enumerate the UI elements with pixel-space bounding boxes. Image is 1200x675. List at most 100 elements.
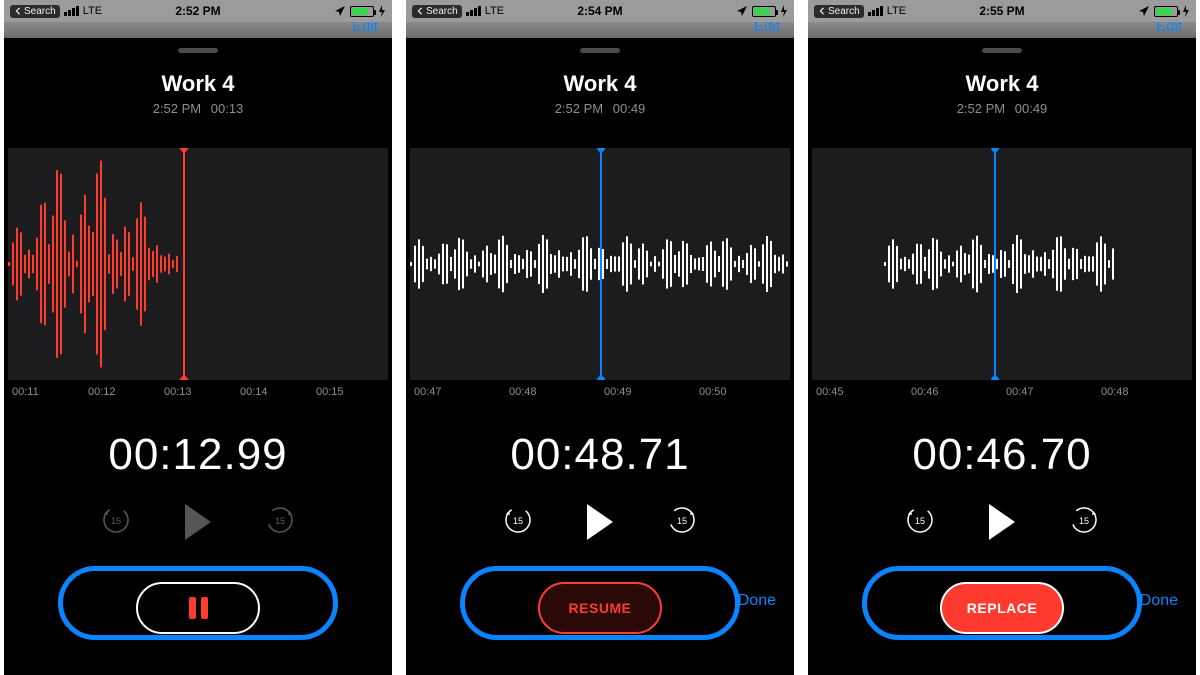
- subtitle-duration: 00:13: [211, 101, 244, 116]
- status-bar: Search LTE 2:54 PM: [406, 0, 794, 22]
- done-link[interactable]: Done: [738, 592, 776, 610]
- back-label: Search: [828, 6, 860, 17]
- edit-row: Edit: [406, 22, 794, 38]
- carrier-label: LTE: [83, 5, 102, 17]
- skip-forward-icon: 15: [667, 505, 697, 535]
- carrier-label: LTE: [485, 5, 504, 17]
- subtitle-time: 2:52 PM: [957, 101, 1005, 116]
- location-icon: [1138, 5, 1150, 17]
- skip-forward-icon: 15: [1069, 505, 1099, 535]
- playback-controls: 15 15: [812, 504, 1192, 540]
- skip-back-15-button[interactable]: 15: [101, 505, 131, 540]
- recording-subtitle: 2:52 PM 00:13: [8, 101, 388, 116]
- skip-back-15-button[interactable]: 15: [503, 505, 533, 540]
- play-icon: [185, 504, 211, 540]
- pause-record-button[interactable]: [136, 582, 260, 634]
- chevron-left-icon: [14, 7, 22, 15]
- skip-forward-15-button[interactable]: 15: [667, 505, 697, 540]
- back-to-app-chip[interactable]: Search: [412, 5, 462, 18]
- waveform-area[interactable]: [410, 148, 790, 380]
- battery-icon: [752, 6, 776, 17]
- sheet-grabber[interactable]: [178, 48, 218, 53]
- recording-sheet: Work 4 2:52 PM 00:13 00:1100:1200:1300:1…: [8, 38, 388, 675]
- edit-row: Edit: [808, 22, 1196, 38]
- skip-back-icon: 15: [503, 505, 533, 535]
- recording-subtitle: 2:52 PM 00:49: [812, 101, 1192, 116]
- skip-back-15-button[interactable]: 15: [905, 505, 935, 540]
- done-link[interactable]: Done: [1140, 592, 1178, 610]
- pause-icon: [189, 597, 208, 619]
- waveform: [812, 148, 1192, 380]
- recording-title[interactable]: Work 4: [410, 71, 790, 97]
- battery-icon: [1154, 6, 1178, 17]
- action-label: RESUME: [569, 600, 632, 616]
- skip-back-icon: 15: [905, 505, 935, 535]
- edit-link[interactable]: Edit: [352, 22, 378, 35]
- svg-text:15: 15: [915, 516, 925, 526]
- statusbar-time: 2:55 PM: [979, 4, 1024, 18]
- playhead[interactable]: [994, 148, 996, 380]
- play-icon: [989, 504, 1015, 540]
- svg-text:15: 15: [1079, 516, 1089, 526]
- location-icon: [334, 5, 346, 17]
- action-area: RESUME Done: [410, 568, 790, 648]
- resume-record-button[interactable]: RESUME: [538, 582, 662, 634]
- statusbar-time: 2:54 PM: [577, 4, 622, 18]
- time-ruler: 00:4500:4600:4700:48: [812, 380, 1192, 408]
- back-label: Search: [426, 6, 458, 17]
- subtitle-time: 2:52 PM: [153, 101, 201, 116]
- signal-icon: [64, 6, 79, 16]
- status-bar: Search LTE 2:52 PM: [4, 0, 392, 22]
- playback-controls: 15 15: [8, 504, 388, 540]
- back-label: Search: [24, 6, 56, 17]
- back-to-app-chip[interactable]: Search: [814, 5, 864, 18]
- edit-link[interactable]: Edit: [1156, 22, 1182, 35]
- waveform-area[interactable]: [812, 148, 1192, 380]
- skip-back-icon: 15: [101, 505, 131, 535]
- chevron-left-icon: [818, 7, 826, 15]
- phone-screen-1: Search LTE 2:52 PM Edit Work 4 2:52 PM 0…: [4, 0, 392, 675]
- edit-row: Edit: [4, 22, 392, 38]
- sheet-grabber[interactable]: [580, 48, 620, 53]
- svg-text:15: 15: [275, 516, 285, 526]
- action-label: REPLACE: [967, 600, 1037, 616]
- location-icon: [736, 5, 748, 17]
- play-button[interactable]: [989, 504, 1015, 540]
- svg-text:15: 15: [677, 516, 687, 526]
- edit-link[interactable]: Edit: [754, 22, 780, 35]
- replace-record-button[interactable]: REPLACE: [940, 582, 1064, 634]
- svg-text:15: 15: [111, 516, 121, 526]
- playhead[interactable]: [600, 148, 602, 380]
- play-button[interactable]: [185, 504, 211, 540]
- svg-text:15: 15: [513, 516, 523, 526]
- back-to-app-chip[interactable]: Search: [10, 5, 60, 18]
- action-area: [8, 568, 388, 648]
- signal-icon: [868, 6, 883, 16]
- time-ruler: 00:1100:1200:1300:1400:15: [8, 380, 388, 408]
- charging-icon: [378, 5, 386, 17]
- recording-title[interactable]: Work 4: [812, 71, 1192, 97]
- skip-forward-icon: 15: [265, 505, 295, 535]
- recording-sheet: Work 4 2:52 PM 00:49 00:4700:4800:4900:5…: [410, 38, 790, 675]
- recording-subtitle: 2:52 PM 00:49: [410, 101, 790, 116]
- skip-forward-15-button[interactable]: 15: [265, 505, 295, 540]
- time-ruler: 00:4700:4800:4900:50: [410, 380, 790, 408]
- elapsed-time: 00:12.99: [8, 430, 388, 480]
- waveform: [8, 148, 388, 380]
- subtitle-duration: 00:49: [1015, 101, 1048, 116]
- phone-screen-3: Search LTE 2:55 PM Edit Work 4 2:52 PM 0…: [808, 0, 1196, 675]
- charging-icon: [780, 5, 788, 17]
- chevron-left-icon: [416, 7, 424, 15]
- battery-icon: [350, 6, 374, 17]
- sheet-grabber[interactable]: [982, 48, 1022, 53]
- waveform-area[interactable]: [8, 148, 388, 380]
- play-button[interactable]: [587, 504, 613, 540]
- recording-title[interactable]: Work 4: [8, 71, 388, 97]
- recording-sheet: Work 4 2:52 PM 00:49 00:4500:4600:4700:4…: [812, 38, 1192, 675]
- elapsed-time: 00:46.70: [812, 430, 1192, 480]
- elapsed-time: 00:48.71: [410, 430, 790, 480]
- subtitle-time: 2:52 PM: [555, 101, 603, 116]
- charging-icon: [1182, 5, 1190, 17]
- playhead[interactable]: [183, 148, 185, 380]
- skip-forward-15-button[interactable]: 15: [1069, 505, 1099, 540]
